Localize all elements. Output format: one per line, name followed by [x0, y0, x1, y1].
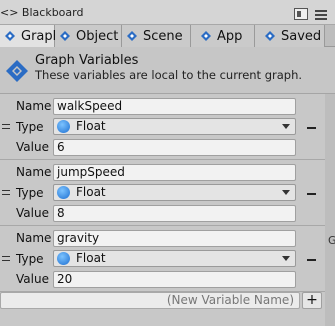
name-label: Name — [16, 165, 52, 179]
name-label: Name — [16, 99, 52, 113]
window-title: <> Blackboard — [0, 6, 84, 19]
tab-bar: Graph Object Scene App Saved — [0, 25, 335, 47]
value-field[interactable]: 20 — [53, 271, 296, 288]
saved-icon — [263, 29, 277, 43]
chevron-down-icon — [282, 256, 290, 261]
drag-handle-icon[interactable] — [2, 256, 10, 262]
name-field[interactable]: walkSpeed — [53, 98, 296, 115]
chevron-down-icon — [282, 190, 290, 195]
chevron-down-icon — [282, 124, 290, 129]
adjacent-panel-edge: G — [325, 94, 335, 326]
float-type-icon — [57, 186, 70, 199]
type-label: Type — [16, 120, 44, 134]
type-dropdown[interactable]: Float — [53, 184, 296, 201]
remove-variable-button[interactable] — [307, 259, 316, 261]
type-label: Type — [16, 186, 44, 200]
type-value: Float — [76, 119, 106, 133]
scene-icon — [125, 29, 139, 43]
type-label: Type — [16, 252, 44, 266]
tab-app-label: App — [217, 28, 243, 44]
variable-row: Name gravity Type Float Value 20 — [0, 226, 335, 292]
value-field[interactable]: 6 — [53, 139, 296, 156]
tab-saved-label: Saved — [281, 28, 322, 44]
tab-object[interactable]: Object — [55, 25, 122, 47]
value-field[interactable]: 8 — [53, 205, 296, 222]
graph-icon — [3, 29, 17, 43]
type-dropdown[interactable]: Float — [53, 118, 296, 135]
remove-variable-button[interactable] — [307, 127, 316, 129]
window-titlebar: <> Blackboard — [0, 0, 335, 25]
value-label: Value — [16, 206, 49, 220]
add-variable-button[interactable]: + — [302, 292, 322, 309]
tab-saved[interactable]: Saved — [255, 25, 325, 47]
drag-handle-icon[interactable] — [2, 190, 10, 196]
object-icon — [58, 29, 72, 43]
menu-icon[interactable] — [315, 8, 327, 20]
tab-graph[interactable]: Graph — [0, 25, 61, 47]
variable-row: Name jumpSpeed Type Float Value 8 — [0, 160, 335, 226]
type-value: Float — [76, 185, 106, 199]
value-label: Value — [16, 140, 49, 154]
type-dropdown[interactable]: Float — [53, 250, 296, 267]
variables-icon — [6, 60, 28, 82]
layout-icon[interactable] — [294, 8, 308, 20]
type-value: Float — [76, 251, 106, 265]
tab-scene[interactable]: Scene — [122, 25, 191, 47]
float-type-icon — [57, 120, 70, 133]
drag-handle-icon[interactable] — [2, 124, 10, 130]
graph-variables-header: Graph Variables These variables are loca… — [0, 47, 335, 94]
header-subtitle: These variables are local to the current… — [35, 68, 303, 82]
tab-app[interactable]: App — [191, 25, 255, 47]
name-label: Name — [16, 231, 52, 245]
app-icon — [199, 29, 213, 43]
header-title: Graph Variables — [35, 53, 139, 68]
value-label: Value — [16, 272, 49, 286]
name-field[interactable]: jumpSpeed — [53, 164, 296, 181]
float-type-icon — [57, 252, 70, 265]
variable-row: Name walkSpeed Type Float Value 6 — [0, 94, 335, 160]
tab-object-label: Object — [76, 28, 119, 44]
name-field[interactable]: gravity — [53, 230, 296, 247]
tab-scene-label: Scene — [143, 28, 183, 44]
adjacent-panel-text: G — [328, 234, 335, 247]
remove-variable-button[interactable] — [307, 193, 316, 195]
new-variable-input[interactable]: (New Variable Name) — [0, 292, 300, 309]
